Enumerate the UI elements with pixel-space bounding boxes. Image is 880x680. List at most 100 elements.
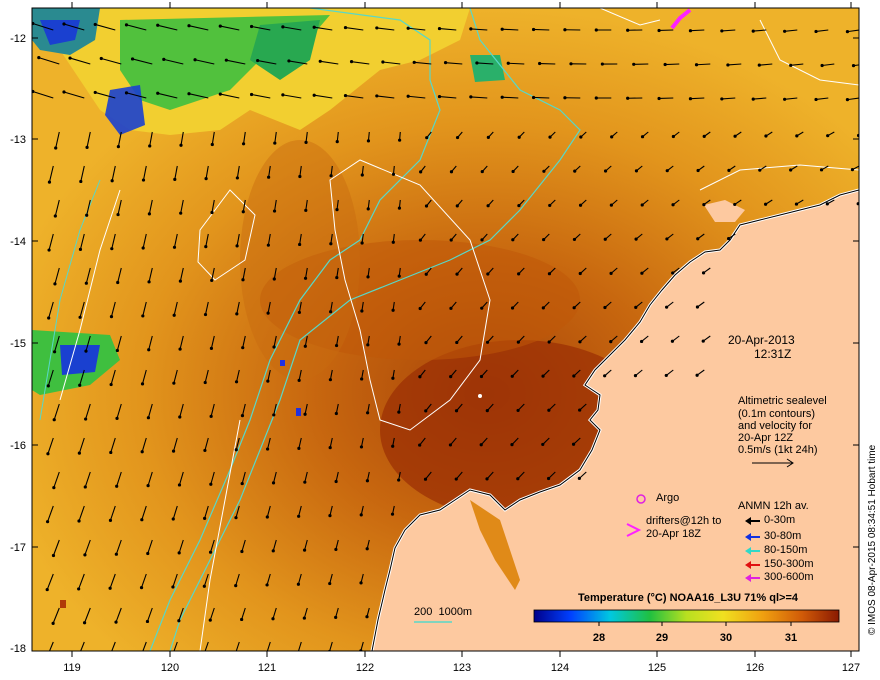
velocity-arrow-head [541, 306, 545, 310]
velocity-arrow-head [208, 550, 213, 554]
velocity-arrow-head [272, 209, 277, 213]
velocity-arrow-head [115, 416, 119, 420]
velocity-arrow-head [391, 444, 395, 448]
velocity-arrow-head [516, 477, 520, 481]
velocity-arrow-head [547, 340, 551, 344]
velocity-arrow-head [663, 62, 667, 67]
velocity-arrow-head [84, 281, 88, 285]
velocity-arrow-head [312, 25, 316, 29]
velocity-arrow-head [249, 24, 254, 29]
velocity-arrow-head [603, 169, 608, 173]
velocity-arrow-head [53, 282, 57, 286]
velocity-arrow-head [720, 97, 724, 101]
credit-text: © IMOS 08-Apr-2015 08:34:51 Hobart time [867, 444, 878, 635]
velocity-arrow-head [634, 305, 638, 309]
velocity-arrow-head [665, 237, 669, 241]
velocity-arrow-head [140, 450, 144, 454]
velocity-arrow-head [542, 169, 546, 173]
y-tick-label: -17 [10, 542, 26, 554]
velocity-arrow-head [114, 552, 118, 556]
velocity-arrow-head [85, 213, 89, 217]
velocity-arrow-head [634, 169, 639, 173]
velocity-arrow-head [795, 134, 799, 138]
velocity-arrow-head [603, 237, 607, 241]
bathymetry-label: 200 1000m [414, 606, 473, 618]
velocity-arrow-head [664, 373, 668, 378]
velocity-arrow-head [171, 517, 175, 521]
velocity-arrow-head [156, 91, 160, 95]
velocity-arrow-head [140, 382, 145, 386]
velocity-arrow-head [671, 134, 675, 139]
velocity-arrow-head [486, 204, 490, 208]
velocity-arrow-head [418, 238, 423, 242]
velocity-arrow-head [329, 174, 333, 178]
velocity-arrow-head [695, 305, 700, 309]
velocity-arrow-head [423, 477, 428, 481]
velocity-arrow-head [455, 204, 459, 208]
velocity-arrow-head [240, 549, 244, 554]
velocity-arrow-head [141, 178, 146, 182]
y-tick-label: -16 [10, 440, 26, 452]
velocity-arrow-head [517, 135, 521, 139]
velocity-arrow-head [516, 340, 520, 344]
velocity-arrow-head [626, 96, 630, 100]
velocity-arrow-head [469, 95, 473, 99]
velocity-arrow-head [37, 56, 41, 60]
velocity-arrow-head [594, 96, 598, 100]
velocity-arrow [533, 28, 550, 31]
velocity-arrow-head [110, 179, 114, 183]
velocity-arrow-head [297, 514, 301, 518]
velocity-arrow-head [418, 306, 422, 311]
velocity-arrow-head [54, 146, 58, 150]
x-tick-label: 120 [160, 662, 180, 674]
velocity-arrow-head [572, 237, 577, 242]
velocity-arrow-head [302, 548, 307, 552]
velocity-arrow-head [266, 311, 270, 315]
velocity-arrow-head [82, 621, 87, 625]
x-tick-label: 127 [841, 662, 861, 674]
velocity-arrow-head [303, 276, 308, 280]
velocity-arrow-head [209, 346, 214, 350]
velocity-arrow-head [298, 242, 302, 247]
velocity-arrow-head [53, 214, 57, 218]
argo-label: Argo [656, 492, 680, 504]
velocity-arrow-head [148, 144, 152, 148]
anmn-item: 80-150m [764, 544, 808, 556]
velocity-arrow-head [52, 418, 56, 422]
velocity-arrow-head [271, 617, 275, 621]
velocity-arrow-head [594, 28, 598, 32]
velocity-arrow-head [45, 656, 48, 659]
velocity-arrow-head [475, 61, 479, 65]
velocity-arrow-head [177, 619, 181, 623]
altimetry-note-line: Altimetric sealevel [738, 395, 827, 407]
colorbar-title: Temperature (°C) NOAA16_L3U 71% ql>=4 [578, 592, 798, 604]
velocity-arrow-head [140, 518, 144, 522]
velocity-arrow-head [789, 168, 793, 172]
velocity-arrow-head [696, 237, 700, 241]
velocity-arrow-head [256, 58, 260, 63]
velocity-arrow-head [397, 274, 401, 278]
velocity-arrow [665, 63, 680, 66]
velocity-arrow-head [99, 56, 103, 61]
velocity-arrow-head [517, 272, 521, 276]
velocity-arrow-head [819, 168, 824, 172]
velocity-arrow-head [187, 24, 191, 28]
y-tick-label: -18 [10, 643, 26, 655]
velocity-arrow [858, 134, 859, 136]
x-tick-label: 122 [355, 662, 375, 674]
velocity-arrow-head [548, 135, 552, 139]
velocity-arrow-head [670, 339, 675, 343]
velocity-arrow-head [147, 280, 151, 284]
velocity-arrow-head [147, 212, 151, 216]
velocity-arrow-head [303, 344, 307, 348]
velocity-arrow-head [156, 23, 160, 27]
velocity-arrow-head [577, 476, 581, 480]
velocity-arrow-head [116, 280, 120, 285]
velocity-arrow-head [820, 63, 824, 68]
velocity-arrow-head [511, 238, 515, 242]
velocity-arrow-head [62, 90, 66, 94]
velocity-arrow-head [397, 342, 401, 346]
velocity-arrow-head [359, 581, 363, 585]
velocity-arrow-head [297, 310, 301, 315]
velocity-arrow-head [694, 63, 699, 67]
